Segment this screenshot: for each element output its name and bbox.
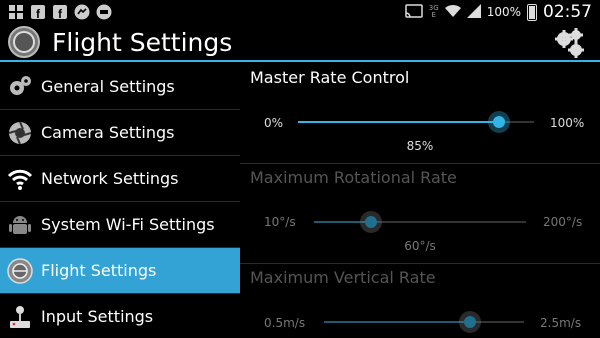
vertical-rate-slider[interactable] — [324, 311, 524, 333]
messenger-icon — [74, 4, 90, 20]
sidebar-item-label: Network Settings — [41, 169, 179, 188]
camera-aperture-icon — [5, 118, 35, 148]
sidebar-item-label: System Wi-Fi Settings — [41, 215, 215, 234]
slider-min-label: 0% — [264, 116, 284, 130]
master-rate-slider[interactable] — [298, 111, 534, 133]
slider-value-label: 60°/s — [404, 239, 436, 253]
battery-icon — [527, 3, 537, 21]
setting-title: Master Rate Control — [250, 68, 410, 87]
clock: 02:57 — [543, 2, 592, 22]
windows-icon — [8, 4, 24, 20]
drone-icon — [5, 256, 35, 286]
sidebar-item-input[interactable]: Input Settings — [0, 294, 240, 338]
wifi-icon — [444, 4, 461, 21]
signal-icon — [466, 3, 481, 21]
gears-icon[interactable] — [552, 25, 586, 59]
notification-icons: f f — [8, 4, 112, 20]
joystick-icon — [5, 302, 35, 332]
slider-min-label: 0.5m/s — [264, 316, 306, 330]
slider-value-label: 85% — [406, 139, 434, 153]
master-rate-control-setting: Master Rate Control 0% 100% 85% — [240, 64, 600, 164]
facebook-icon: f — [30, 4, 46, 20]
sidebar-item-camera[interactable]: Camera Settings — [0, 110, 240, 156]
setting-title: Maximum Rotational Rate — [250, 168, 457, 187]
android-icon — [5, 210, 35, 240]
action-bar: Flight Settings — [0, 24, 600, 62]
gears-icon — [5, 72, 35, 102]
sidebar-item-general[interactable]: General Settings — [0, 64, 240, 110]
sidebar-item-flight[interactable]: Flight Settings — [0, 248, 240, 294]
setting-title: Maximum Vertical Rate — [250, 268, 436, 287]
slider-thumb[interactable] — [459, 311, 481, 333]
max-rotational-rate-setting: Maximum Rotational Rate 10°/s 200°/s 60°… — [240, 164, 600, 264]
sidebar-item-label: Flight Settings — [41, 261, 157, 280]
system-status: 3G E 100% 02:57 — [405, 2, 592, 22]
slider-thumb[interactable] — [360, 211, 383, 233]
wifi-icon — [5, 164, 35, 194]
battery-percent: 100% — [486, 5, 521, 19]
slider-min-label: 10°/s — [264, 215, 296, 229]
network-type-label: 3G E — [428, 4, 439, 19]
sidebar-item-label: Input Settings — [41, 307, 154, 326]
slider-max-label: 200°/s — [543, 215, 583, 229]
sidebar-item-label: General Settings — [41, 77, 175, 96]
max-vertical-rate-setting: Maximum Vertical Rate 0.5m/s 2.5m/s — [240, 264, 600, 338]
sidebar-item-label: Camera Settings — [41, 123, 175, 142]
slider-max-label: 2.5m/s — [540, 316, 582, 330]
facebook-icon: f — [52, 4, 68, 20]
sidebar-item-system-wifi[interactable]: System Wi-Fi Settings — [0, 202, 240, 248]
settings-nav: General Settings Camera Settings Network… — [0, 64, 240, 338]
sidebar-item-network[interactable]: Network Settings — [0, 156, 240, 202]
slider-fill — [324, 321, 470, 323]
status-bar: f f 3G E 100% 02:57 — [0, 0, 600, 24]
app-icon — [96, 4, 112, 20]
slider-max-label: 100% — [550, 116, 585, 130]
slider-thumb[interactable] — [487, 111, 510, 133]
slider-fill — [298, 121, 499, 123]
settings-content: Master Rate Control 0% 100% 85% Maximum … — [240, 64, 600, 338]
drone-icon[interactable] — [8, 26, 40, 58]
page-title: Flight Settings — [52, 27, 233, 57]
rotational-rate-slider[interactable] — [314, 211, 526, 233]
cast-icon — [405, 3, 423, 21]
